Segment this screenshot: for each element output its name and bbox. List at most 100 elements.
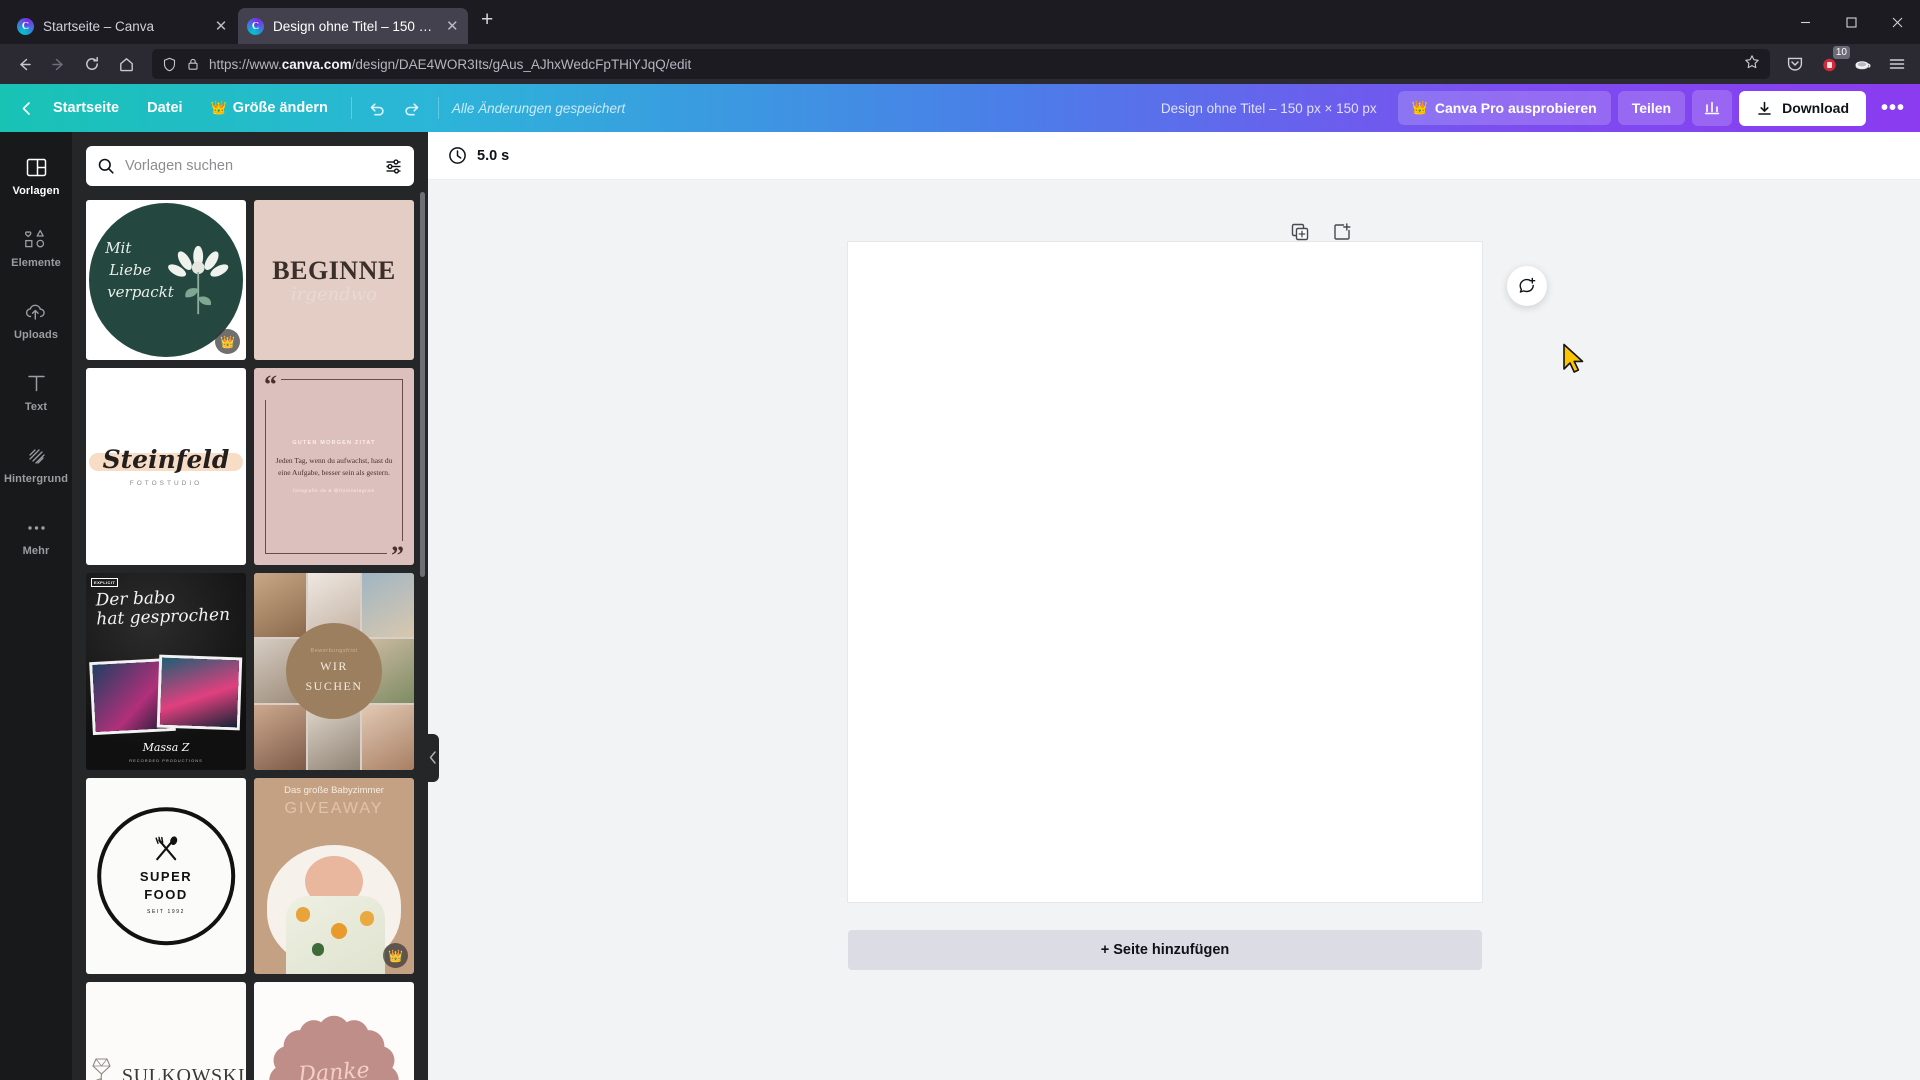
template-card[interactable]: EXPLICIT Der babo hat gesprochen Massa Z… (86, 572, 246, 770)
sidebar-label: Elemente (11, 256, 61, 269)
template-card[interactable]: Mit Liebe verpackt 👑 (86, 200, 246, 360)
browser-navigation-bar: https://www.canva.com/design/DAE4WOR3Its… (0, 44, 1920, 84)
editor-toolbar: 5.0 s (428, 132, 1920, 180)
duration-value: 5.0 s (477, 147, 510, 164)
resize-label: Größe ändern (232, 100, 328, 116)
shield-icon (162, 57, 177, 72)
new-tab-button[interactable]: + (468, 9, 506, 36)
page-duration[interactable]: 5.0 s (448, 146, 509, 165)
template-list[interactable]: Mit Liebe verpackt 👑 BEGINNE irgendwo St… (72, 194, 428, 1080)
reload-icon[interactable] (76, 49, 108, 79)
browser-tab-2[interactable]: C Design ohne Titel – 150 × 150px ✕ (238, 8, 468, 44)
file-menu-button[interactable]: Datei (133, 93, 196, 123)
template-text: irgendwo (291, 283, 377, 305)
tab-strip: C Startseite – Canva ✕ C Design ohne Tit… (0, 0, 1920, 44)
template-card[interactable]: Bewerbungsfrist WIR SUCHEN (254, 572, 414, 770)
add-comment-icon (1519, 277, 1536, 293)
sidebar-item-elemente[interactable]: Elemente (0, 212, 72, 284)
sidebar-item-mehr[interactable]: Mehr (0, 500, 72, 572)
resize-button[interactable]: 👑 Größe ändern (197, 93, 342, 123)
home-menu-button[interactable]: Startseite (39, 93, 133, 123)
minimize-button[interactable] (1782, 0, 1828, 44)
clock-icon (448, 146, 467, 165)
add-comment-button[interactable] (1507, 266, 1547, 306)
template-text: Das große Babyzimmer (284, 784, 384, 796)
forward-arrow-icon[interactable] (42, 49, 74, 79)
canvas-area[interactable]: + Seite hinzufügen (428, 180, 1920, 1080)
tab-title: Startseite – Canva (43, 18, 155, 34)
browser-window: C Startseite – Canva ✕ C Design ohne Tit… (0, 0, 1920, 1080)
template-text: SUCHEN (305, 679, 363, 694)
sidebar-item-hintergrund[interactable]: Hintergrund (0, 428, 72, 500)
pocket-icon[interactable] (1780, 49, 1810, 79)
divider (350, 97, 352, 119)
templates-icon (25, 156, 48, 180)
template-text: Massa Z (142, 740, 190, 754)
divider (437, 97, 439, 119)
close-icon[interactable]: ✕ (446, 19, 459, 34)
save-status: Alle Änderungen gespeichert (451, 100, 626, 116)
share-button[interactable]: Teilen (1617, 91, 1686, 125)
bar-chart-icon[interactable] (1692, 90, 1733, 126)
url-text: https://www.canva.com/design/DAE4WOR3Its… (209, 56, 692, 72)
canva-app: Startseite Datei 👑 Größe ändern Alle Änd… (0, 84, 1920, 1080)
template-text: Bewerbungsfrist (310, 648, 358, 655)
add-page-button[interactable]: + Seite hinzufügen (848, 930, 1482, 970)
canva-pro-button[interactable]: 👑 Canva Pro ausprobieren (1397, 91, 1611, 125)
template-card[interactable]: Das große Babyzimmer GIVEAWAY 👑 (254, 777, 414, 975)
template-text: FOOD (144, 886, 188, 902)
undo-icon[interactable] (361, 91, 395, 125)
download-label: Download (1782, 100, 1849, 116)
extension-icon[interactable]: 10 (1814, 46, 1850, 79)
close-window-button[interactable] (1874, 0, 1920, 44)
design-canvas-page[interactable] (848, 242, 1482, 902)
collapse-panel-button[interactable] (427, 733, 439, 782)
cutlery-icon (155, 836, 178, 861)
panel-scrollbar[interactable] (420, 192, 425, 577)
tab-title: Design ohne Titel – 150 × 150px (273, 18, 437, 34)
template-card[interactable]: SUPER FOOD SEIT 1992 (86, 777, 246, 975)
text-icon (25, 372, 48, 396)
template-text: BEGINNE (272, 255, 396, 285)
address-bar[interactable]: https://www.canva.com/design/DAE4WOR3Its… (152, 49, 1770, 79)
elements-icon (24, 228, 49, 252)
template-card[interactable]: BEGINNE irgendwo (254, 200, 414, 360)
template-text: FOTOSTUDIO (129, 480, 203, 488)
template-text: SULKOWSKI (121, 1064, 246, 1080)
duplicate-page-icon[interactable] (1290, 222, 1310, 242)
document-title[interactable]: Design ohne Titel – 150 px × 150 px (1147, 101, 1391, 116)
quote-close-icon: ” (387, 540, 408, 565)
redo-icon[interactable] (395, 91, 429, 125)
template-text: SEIT 1992 (147, 909, 185, 916)
browser-tab-1[interactable]: C Startseite – Canva ✕ (8, 8, 238, 44)
search-box[interactable] (86, 146, 414, 186)
template-card[interactable]: SULKOWSKI JUWELIER (86, 982, 246, 1080)
close-icon[interactable]: ✕ (213, 19, 229, 34)
template-grid: Mit Liebe verpackt 👑 BEGINNE irgendwo St… (86, 200, 414, 1080)
search-input[interactable] (125, 158, 374, 174)
filter-sliders-icon[interactable] (384, 157, 403, 176)
download-button[interactable]: Download (1739, 90, 1866, 126)
canva-icon: C (17, 17, 34, 35)
bookmark-star-icon[interactable] (1744, 54, 1760, 75)
more-dots-icon (25, 516, 48, 540)
crown-icon: 👑 (210, 100, 227, 115)
sidebar-item-uploads[interactable]: Uploads (0, 284, 72, 356)
sidebar-item-text[interactable]: Text (0, 356, 72, 428)
template-text: SUPER (139, 869, 193, 885)
sidebar-label: Text (24, 400, 48, 413)
back-arrow-icon[interactable] (8, 49, 40, 79)
maximize-button[interactable] (1828, 0, 1874, 44)
template-card[interactable]: Steinfeld FOTOSTUDIO (86, 368, 246, 565)
sidebar-item-vorlagen[interactable]: Vorlagen (0, 140, 72, 212)
sidebar-label: Vorlagen (12, 184, 60, 197)
back-chevron-icon[interactable] (10, 94, 39, 123)
coffee-icon[interactable] (1848, 49, 1878, 79)
add-page-icon[interactable] (1332, 222, 1352, 242)
more-options-button[interactable]: ••• (1873, 90, 1913, 126)
home-icon[interactable] (110, 49, 142, 79)
template-text: GIVEAWAY (284, 799, 384, 817)
template-card[interactable]: “ ” GUTEN MORGEN ZITAT Jeden Tag, wenn d… (254, 368, 414, 565)
template-card[interactable]: Danke (254, 982, 414, 1080)
hamburger-menu-icon[interactable] (1882, 49, 1912, 79)
